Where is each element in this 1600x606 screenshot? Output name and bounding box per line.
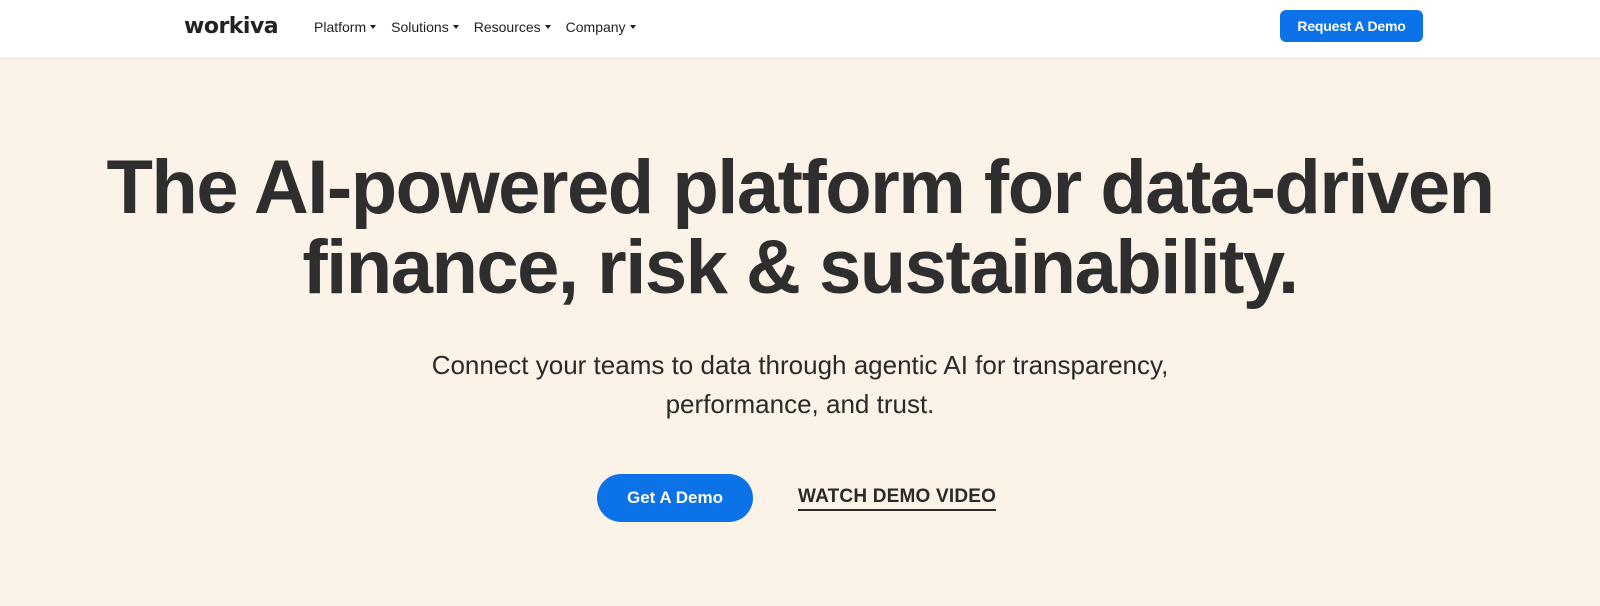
main-nav: Platform Solutions Resources Company bbox=[314, 19, 651, 35]
subheadline-line-1: Connect your teams to data through agent… bbox=[431, 350, 1169, 380]
nav-resources[interactable]: Resources bbox=[474, 19, 551, 35]
nav-platform[interactable]: Platform bbox=[314, 19, 377, 35]
top-navigation-bar: workiva Platform Solutions Resources Com… bbox=[0, 0, 1600, 59]
workiva-logo[interactable]: workiva bbox=[184, 14, 279, 39]
get-demo-button[interactable]: Get A Demo bbox=[597, 474, 753, 522]
nav-solutions-label: Solutions bbox=[391, 19, 449, 35]
headline-line-1: The AI-powered platform for data-driven bbox=[106, 145, 1495, 230]
caret-down-icon bbox=[370, 25, 377, 29]
nav-solutions[interactable]: Solutions bbox=[391, 19, 459, 35]
request-demo-button[interactable]: Request A Demo bbox=[1280, 10, 1423, 42]
hero-headline: The AI-powered platform for data-driven … bbox=[60, 148, 1540, 308]
watch-demo-video-link[interactable]: WATCH DEMO VIDEO bbox=[798, 486, 997, 511]
headline-line-2: finance, risk & sustainability. bbox=[302, 225, 1299, 310]
subheadline-line-2: performance, and trust. bbox=[665, 389, 935, 419]
caret-down-icon bbox=[629, 25, 636, 29]
nav-company-label: Company bbox=[565, 19, 626, 35]
caret-down-icon bbox=[544, 25, 551, 29]
nav-company[interactable]: Company bbox=[566, 19, 636, 35]
hero-subheadline: Connect your teams to data through agent… bbox=[360, 346, 1240, 424]
nav-resources-label: Resources bbox=[473, 19, 541, 35]
caret-down-icon bbox=[452, 25, 459, 29]
nav-platform-label: Platform bbox=[314, 19, 367, 35]
